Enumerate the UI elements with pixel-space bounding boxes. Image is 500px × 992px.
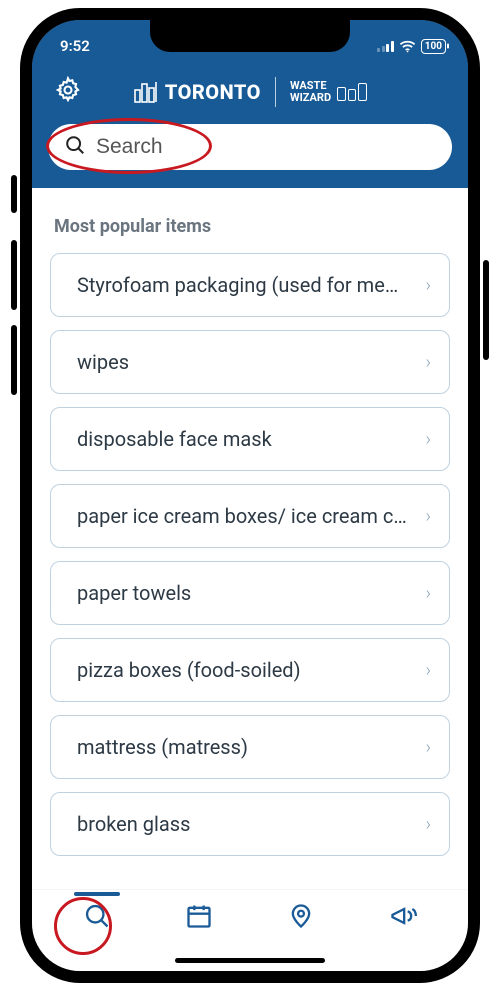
brand-logo: TORONTO WASTE WIZARD (133, 77, 367, 107)
megaphone-icon (389, 902, 417, 930)
list-item[interactable]: wipes › (50, 330, 450, 394)
list-item[interactable]: paper ice cream boxes/ ice cream cartons… (50, 484, 450, 548)
list-item-label: wipes (77, 350, 129, 374)
search-icon (83, 902, 111, 930)
list-item-label: broken glass (77, 812, 190, 836)
nav-search-tab[interactable] (70, 902, 124, 930)
battery-icon: 100 (421, 39, 446, 54)
nav-calendar-tab[interactable] (172, 902, 226, 930)
chevron-right-icon: › (426, 275, 431, 296)
chevron-right-icon: › (426, 352, 431, 373)
wifi-icon (399, 40, 416, 53)
search-icon (64, 134, 86, 160)
status-time: 9:52 (60, 37, 90, 55)
brand-app-line2: WIZARD (290, 92, 331, 104)
map-pin-icon (287, 902, 315, 930)
list-item-label: paper towels (77, 581, 191, 605)
list-item[interactable]: Styrofoam packaging (used for meat, take… (50, 253, 450, 317)
nav-announce-tab[interactable] (376, 902, 430, 930)
calendar-icon (185, 902, 213, 930)
volume-mute-button (11, 175, 17, 213)
chevron-right-icon: › (426, 814, 431, 835)
chevron-right-icon: › (426, 583, 431, 604)
list-item-label: pizza boxes (food-soiled) (77, 658, 301, 682)
list-item[interactable]: disposable face mask › (50, 407, 450, 471)
brand-divider (275, 77, 276, 107)
app-header: TORONTO WASTE WIZARD (32, 64, 468, 188)
nav-map-tab[interactable] (274, 902, 328, 930)
list-item-label: Styrofoam packaging (used for meat, take… (77, 273, 407, 297)
chevron-right-icon: › (426, 660, 431, 681)
list-item[interactable]: paper towels › (50, 561, 450, 625)
volume-down-button (11, 325, 17, 395)
home-indicator (175, 958, 325, 963)
chevron-right-icon: › (426, 429, 431, 450)
volume-up-button (11, 240, 17, 310)
main-content: Most popular items Styrofoam packaging (… (32, 188, 468, 893)
waste-bins-icon (337, 83, 367, 101)
list-item[interactable]: pizza boxes (food-soiled) › (50, 638, 450, 702)
search-input[interactable] (48, 124, 452, 170)
cellular-signal-icon (377, 41, 394, 52)
section-title: Most popular items (50, 216, 450, 237)
list-item-label: disposable face mask (77, 427, 272, 451)
settings-button[interactable] (54, 76, 82, 108)
power-button (483, 260, 489, 360)
list-item-label: paper ice cream boxes/ ice cream cartons (77, 504, 407, 528)
chevron-right-icon: › (426, 737, 431, 758)
chevron-right-icon: › (426, 506, 431, 527)
list-item[interactable]: broken glass › (50, 792, 450, 856)
list-item[interactable]: mattress (matress) › (50, 715, 450, 779)
gear-icon (54, 76, 82, 104)
phone-frame: 9:52 100 (20, 8, 480, 983)
toronto-skyline-icon (133, 80, 159, 104)
list-item-label: mattress (matress) (77, 735, 248, 759)
brand-city-label: TORONTO (165, 80, 261, 104)
device-notch (150, 20, 350, 52)
